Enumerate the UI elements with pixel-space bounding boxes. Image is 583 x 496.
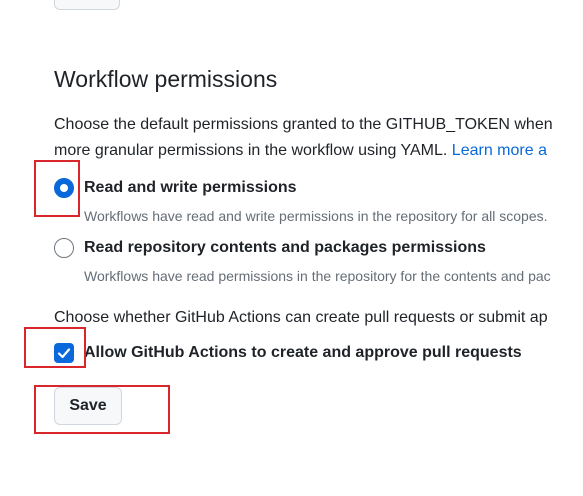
pull-requests-description: Choose whether GitHub Actions can create… (54, 309, 548, 326)
section-description-text: more granular permissions in the workflo… (54, 142, 452, 159)
workflow-permissions-page: Workflow permissions Choose the default … (0, 0, 583, 496)
section-title: Workflow permissions (54, 66, 278, 92)
allow-pr-checkbox[interactable] (54, 343, 74, 363)
allow-pr-checkbox-label[interactable]: Allow GitHub Actions to create and appro… (84, 344, 522, 362)
section-description-line1: Choose the default permissions granted t… (54, 116, 553, 133)
radio-read-write-help: Workflows have read and write permission… (84, 208, 548, 224)
radio-read-only-help: Workflows have read permissions in the r… (84, 268, 551, 284)
learn-more-link[interactable]: Learn more a (452, 142, 547, 159)
previous-section-button[interactable] (54, 0, 120, 10)
radio-read-write-label[interactable]: Read and write permissions (84, 179, 297, 197)
radio-read-only[interactable] (54, 238, 74, 258)
radio-read-write[interactable] (54, 178, 74, 198)
save-button[interactable]: Save (54, 387, 122, 425)
radio-read-only-label[interactable]: Read repository contents and packages pe… (84, 239, 486, 257)
checkmark-icon (57, 348, 71, 359)
section-description-line2: more granular permissions in the workflo… (54, 142, 547, 160)
